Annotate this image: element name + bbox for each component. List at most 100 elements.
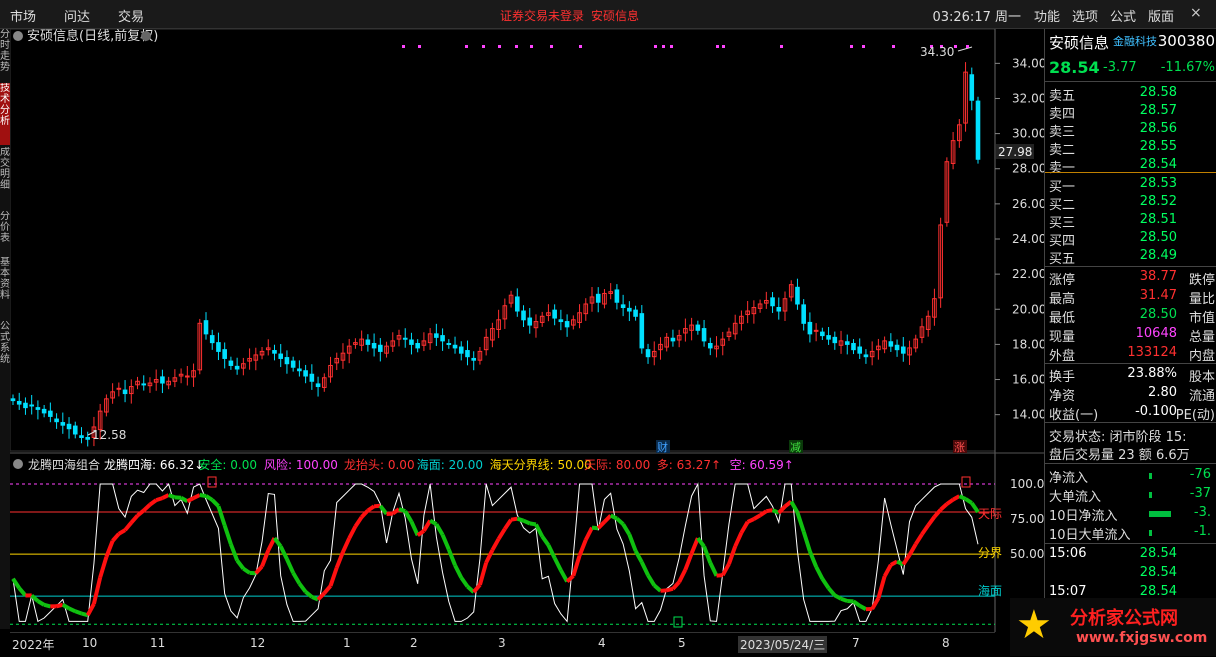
trend-segment xyxy=(218,506,224,525)
kline-chart[interactable]: 安硕信息(日线,前复权) 34.0032.0030.0028.0026.0024… xyxy=(10,29,1044,632)
menu-market[interactable]: 市场 xyxy=(10,6,36,25)
stat-value: 23.88% xyxy=(1127,366,1177,381)
trend-segment xyxy=(511,519,517,520)
tab-technical[interactable]: 技术分析 xyxy=(0,83,10,145)
stat-label-right: 市值 xyxy=(1189,307,1215,326)
marker-cai[interactable]: 财 xyxy=(657,440,668,454)
candle-body xyxy=(901,347,905,353)
stat-value: 28.50 xyxy=(1140,307,1177,322)
trend-segment xyxy=(947,500,953,504)
bid-price[interactable]: 28.50 xyxy=(1140,230,1177,245)
stat-label-right: 内盘 xyxy=(1189,345,1215,364)
candle-body xyxy=(634,310,638,316)
candle-body xyxy=(466,351,470,357)
trend-segment xyxy=(692,538,698,553)
tab-profile[interactable]: 基本资料 xyxy=(0,257,10,319)
close-icon[interactable]: × xyxy=(1190,5,1202,21)
collapse-icon[interactable] xyxy=(13,31,23,41)
quote-price-row: 28.54 -3.77 -11.67% xyxy=(1049,58,1215,76)
tab-trades[interactable]: 成交明细 xyxy=(0,147,10,209)
price-panel-border xyxy=(10,29,995,451)
candle-body xyxy=(845,342,849,345)
separator xyxy=(1045,266,1216,267)
tab-intraday[interactable]: 分时走势 xyxy=(0,29,10,81)
flow-bar xyxy=(1149,473,1152,479)
price-tick: 20.00 xyxy=(1012,302,1044,316)
flow-value: -37 xyxy=(1190,486,1211,501)
candle-body xyxy=(36,408,40,410)
indicator-tick: 50.00 xyxy=(1010,547,1044,561)
trend-segment xyxy=(212,500,218,506)
signal-dot xyxy=(482,45,485,48)
bid-label: 买二 xyxy=(1049,194,1075,213)
trend-segment xyxy=(928,517,934,525)
price-change: -3.77 xyxy=(1103,60,1137,75)
bid-row: 买二 28.52 xyxy=(1049,194,1215,212)
watermark-logo: ★ 分析家公式网 www.fxjgsw.com xyxy=(1010,598,1216,656)
bid-price[interactable]: 28.52 xyxy=(1140,194,1177,209)
separator xyxy=(1045,81,1216,82)
tick-price: 28.54 xyxy=(1140,584,1177,599)
bid-price[interactable]: 28.49 xyxy=(1140,248,1177,263)
menu-trade[interactable]: 交易 xyxy=(118,6,144,25)
stat-label-right: 量比 xyxy=(1189,288,1215,307)
tick-time: 15:07 xyxy=(1049,584,1086,599)
bid-price[interactable]: 28.51 xyxy=(1140,212,1177,227)
marker-zhang[interactable]: 涨 xyxy=(954,441,965,454)
candle-body xyxy=(858,347,862,353)
ask-price[interactable]: 28.54 xyxy=(1140,157,1177,172)
trend-segment xyxy=(916,534,922,544)
menu-formula[interactable]: 公式 xyxy=(1110,6,1136,25)
indicator-value: 龙腾四海: 66.32↓ xyxy=(104,457,204,472)
ask-price[interactable]: 28.57 xyxy=(1140,103,1177,118)
trend-segment xyxy=(343,538,349,552)
menu-layout[interactable]: 版面 xyxy=(1148,6,1174,25)
trend-segment xyxy=(667,589,673,591)
candle-body xyxy=(30,405,34,406)
stock-notice[interactable]: 安硕信息 xyxy=(591,7,639,24)
trend-segment xyxy=(418,531,424,535)
login-notice[interactable]: 证券交易未登录 xyxy=(500,7,584,24)
trend-segment xyxy=(368,506,374,510)
candle-body xyxy=(86,437,90,439)
candle-body xyxy=(621,305,625,308)
ask-price[interactable]: 28.56 xyxy=(1140,121,1177,136)
trend-segment xyxy=(555,558,561,570)
candle-body xyxy=(515,297,519,311)
trend-segment xyxy=(156,498,162,500)
trend-segment xyxy=(636,551,642,562)
signal-dot xyxy=(670,45,673,48)
ask-price[interactable]: 28.58 xyxy=(1140,85,1177,100)
trend-segment xyxy=(524,521,530,524)
oscillator-line xyxy=(13,484,978,621)
top-marker xyxy=(962,477,970,487)
flow-row: 10日净流入-3. xyxy=(1049,505,1215,523)
stat-label: 现量 xyxy=(1049,326,1075,345)
dropdown-icon[interactable] xyxy=(141,31,151,41)
trend-segment xyxy=(449,549,455,565)
signal-dot xyxy=(780,45,783,48)
menu-wenda[interactable]: 问达 xyxy=(64,6,90,25)
stat2-row: 换手23.88%股本 xyxy=(1049,366,1215,384)
indicator-value: 海天分界线: 50.00 xyxy=(490,457,592,472)
candle-body xyxy=(61,423,65,426)
ask-price[interactable]: 28.55 xyxy=(1140,139,1177,154)
marker-jian[interactable]: 减 xyxy=(790,441,801,454)
trend-segment xyxy=(910,544,916,555)
trend-segment xyxy=(629,534,635,550)
signal-dot xyxy=(862,45,865,48)
stock-sector[interactable]: 金融科技 xyxy=(1113,33,1157,49)
bid-price[interactable]: 28.53 xyxy=(1140,176,1177,191)
trend-segment xyxy=(966,499,972,503)
menu-function[interactable]: 功能 xyxy=(1034,6,1060,25)
trend-segment xyxy=(293,573,299,584)
tab-formula[interactable]: 公式系统 xyxy=(0,321,10,383)
candle-body xyxy=(522,311,526,320)
candle-body xyxy=(970,75,974,100)
menu-options[interactable]: 选项 xyxy=(1072,6,1098,25)
bid-row: 买五28.49 xyxy=(1049,248,1215,266)
ask-row: 卖四28.57 xyxy=(1049,103,1215,121)
time-axis: 2022年 10 11 12 1 2 3 4 5 2023/05/24/三 7 … xyxy=(10,632,995,657)
indicator-collapse-icon[interactable] xyxy=(13,459,23,469)
tab-price-table[interactable]: 分价表 xyxy=(0,211,10,255)
